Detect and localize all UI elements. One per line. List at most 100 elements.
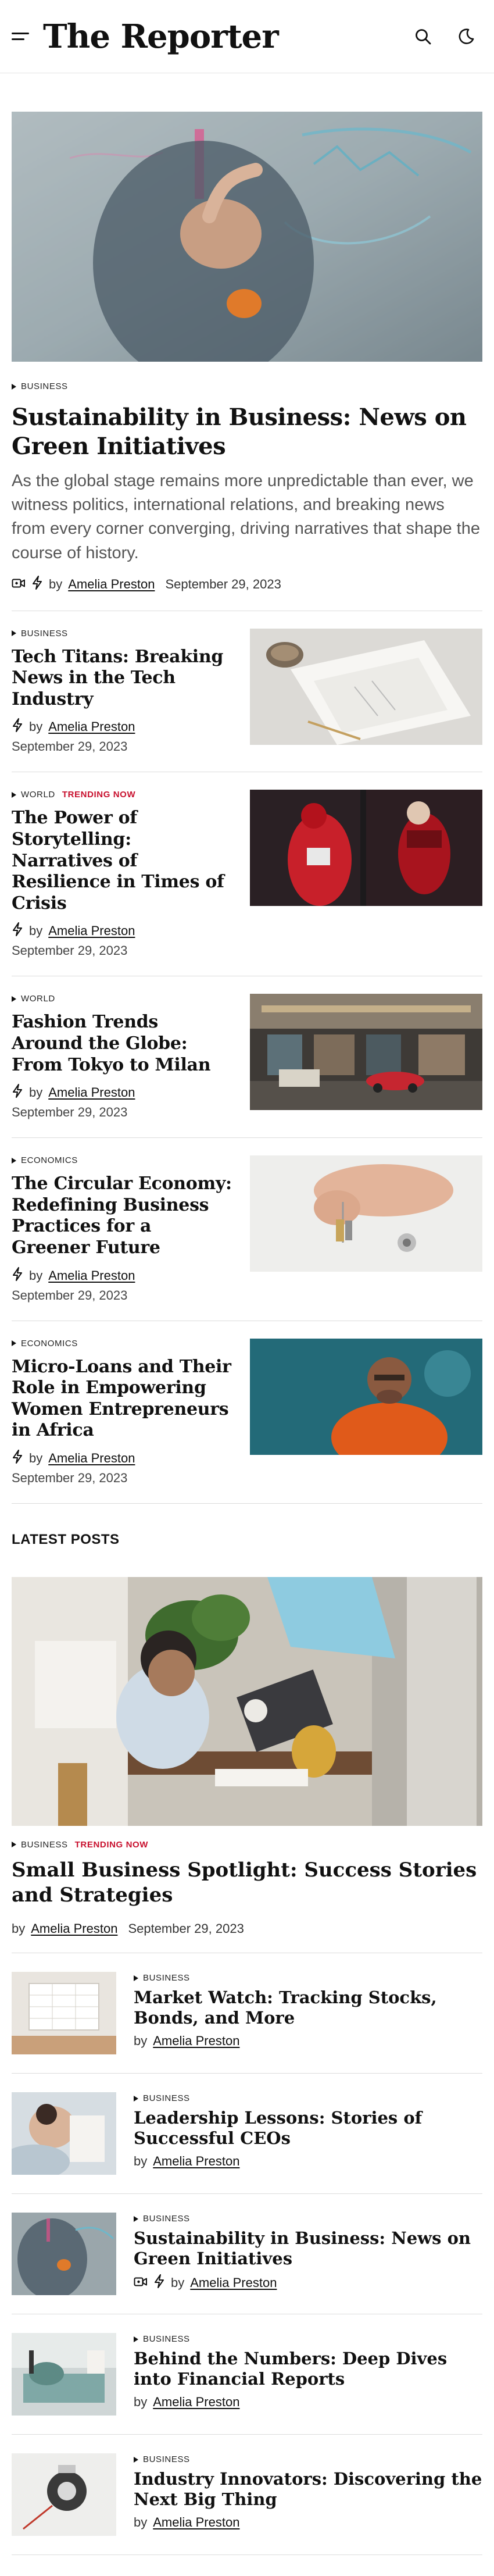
- by-label: by: [134, 2514, 148, 2529]
- featured-image[interactable]: [12, 1576, 482, 1826]
- article-meta: by Amelia Preston: [12, 718, 232, 736]
- article-image[interactable]: [250, 1338, 482, 1455]
- hamburger-icon[interactable]: [12, 27, 31, 47]
- hero-meta: by Amelia Preston September 29, 2023: [12, 575, 482, 611]
- author-link[interactable]: Amelia Preston: [48, 1451, 135, 1466]
- triangle-icon: [134, 2336, 138, 2342]
- article-thumbnail[interactable]: [12, 2092, 116, 2175]
- by-label: by: [134, 2033, 148, 2048]
- article-title[interactable]: Leadership Lessons: Stories of Successfu…: [134, 2108, 482, 2149]
- article-title[interactable]: Micro-Loans and Their Role in Empowering…: [12, 1357, 232, 1442]
- category-label[interactable]: BUSINESS: [134, 2454, 482, 2464]
- triangle-icon: [134, 2215, 138, 2222]
- author-link[interactable]: Amelia Preston: [68, 577, 155, 592]
- triangle-icon: [134, 2456, 138, 2463]
- category-label[interactable]: WORLD TRENDING NOW: [12, 790, 232, 800]
- article-title[interactable]: The Circular Economy: Redefining Busines…: [12, 1173, 232, 1258]
- triangle-icon: [12, 383, 16, 390]
- by-label: by: [134, 2394, 148, 2409]
- author-link[interactable]: Amelia Preston: [48, 1085, 135, 1100]
- search-icon[interactable]: [411, 25, 435, 48]
- article-title[interactable]: The Power of Storytelling: Narratives of…: [12, 808, 232, 914]
- article-thumbnail[interactable]: [12, 2453, 116, 2536]
- article-meta: by Amelia Preston: [134, 2033, 482, 2049]
- publish-date: September 29, 2023: [165, 576, 281, 591]
- author-link[interactable]: Amelia Preston: [153, 2395, 239, 2410]
- publish-date: September 29, 2023: [12, 1105, 128, 1120]
- author-link[interactable]: Amelia Preston: [190, 2275, 277, 2290]
- featured-title[interactable]: Small Business Spotlight: Success Storie…: [12, 1858, 482, 1908]
- article-title[interactable]: Tech Titans: Breaking News in the Tech I…: [12, 647, 232, 711]
- category-label[interactable]: BUSINESS: [134, 2214, 482, 2224]
- featured-article: BUSINESS TRENDING NOW Small Business Spot…: [12, 1576, 482, 1953]
- article-meta: by Amelia Preston: [134, 2154, 482, 2169]
- category-label[interactable]: BUSINESS: [134, 2093, 482, 2103]
- video-icon: [134, 2275, 148, 2290]
- triangle-icon: [12, 996, 16, 1002]
- category-label[interactable]: WORLD: [12, 994, 232, 1004]
- article-thumbnail[interactable]: [12, 1972, 116, 2054]
- hero-excerpt: As the global stage remains more unpredi…: [12, 472, 480, 562]
- author-link[interactable]: Amelia Preston: [153, 2515, 239, 2530]
- publish-date: September 29, 2023: [12, 1287, 128, 1303]
- by-label: by: [29, 1085, 43, 1100]
- moon-icon[interactable]: [454, 25, 478, 48]
- author-link[interactable]: Amelia Preston: [31, 1921, 117, 1936]
- list-item: WORLD TRENDING NOW The Power of Storytell…: [12, 772, 482, 976]
- category-label[interactable]: BUSINESS: [12, 629, 232, 638]
- hero-title[interactable]: Sustainability in Business: News on Gree…: [12, 403, 482, 461]
- by-label: by: [29, 1450, 43, 1465]
- article-meta: by Amelia Preston: [134, 2274, 482, 2292]
- article-thumbnail[interactable]: [12, 2213, 116, 2295]
- publish-date: September 29, 2023: [12, 1470, 128, 1485]
- article-image[interactable]: [250, 628, 482, 745]
- list-item: ECONOMICS Micro-Loans and Their Role in …: [12, 1320, 482, 1503]
- article-image[interactable]: [250, 994, 482, 1111]
- latest-item: BUSINESS Industry Innovators: Discoverin…: [12, 2435, 482, 2555]
- category-label[interactable]: ECONOMICS: [12, 1339, 232, 1348]
- latest-posts-section: LATEST POSTS BUSINESS TRENDING NOW Small …: [12, 1503, 482, 2555]
- article-title[interactable]: Industry Innovators: Discovering the Nex…: [134, 2469, 482, 2510]
- trending-badge: TRENDING NOW: [62, 790, 136, 800]
- site-logo[interactable]: The Reporter: [43, 17, 279, 56]
- latest-item: BUSINESS Market Watch: Tracking Stocks, …: [12, 1953, 482, 2074]
- category-label[interactable]: BUSINESS: [134, 2334, 482, 2344]
- article-title[interactable]: Fashion Trends Around the Globe: From To…: [12, 1012, 232, 1076]
- list-item: WORLD Fashion Trends Around the Globe: F…: [12, 976, 482, 1137]
- latest-item: BUSINESS Behind the Numbers: Deep Dives …: [12, 2314, 482, 2435]
- by-label: by: [134, 2153, 148, 2168]
- bolt-icon: [12, 1266, 23, 1285]
- category-label[interactable]: BUSINESS TRENDING NOW: [12, 1840, 482, 1850]
- author-link[interactable]: Amelia Preston: [153, 2033, 239, 2049]
- author-link[interactable]: Amelia Preston: [48, 923, 135, 939]
- by-label: by: [49, 576, 63, 591]
- author-link[interactable]: Amelia Preston: [48, 719, 135, 734]
- article-meta: by Amelia Preston: [134, 2515, 482, 2530]
- publish-date: September 29, 2023: [12, 943, 128, 958]
- by-label: by: [29, 719, 43, 734]
- bolt-icon: [12, 922, 23, 940]
- category-label[interactable]: BUSINESS: [134, 1973, 482, 1983]
- triangle-icon: [12, 630, 16, 637]
- by-label: by: [12, 1921, 26, 1936]
- category-label[interactable]: BUSINESS: [12, 381, 482, 391]
- article-thumbnail[interactable]: [12, 2333, 116, 2416]
- triangle-icon: [12, 791, 16, 798]
- article-meta: by Amelia Preston: [12, 1266, 232, 1285]
- article-image[interactable]: [250, 790, 482, 907]
- triangle-icon: [134, 1975, 138, 1981]
- category-label[interactable]: ECONOMICS: [12, 1155, 232, 1165]
- latest-item: BUSINESS Sustainability in Business: New…: [12, 2194, 482, 2314]
- article-title[interactable]: Sustainability in Business: News on Gree…: [134, 2228, 482, 2270]
- article-title[interactable]: Market Watch: Tracking Stocks, Bonds, an…: [134, 1988, 482, 2029]
- article-image[interactable]: [250, 1155, 482, 1272]
- hero-image[interactable]: [12, 112, 482, 362]
- author-link[interactable]: Amelia Preston: [153, 2154, 239, 2169]
- bolt-icon: [12, 718, 23, 736]
- article-title[interactable]: Behind the Numbers: Deep Dives into Fina…: [134, 2349, 482, 2390]
- author-link[interactable]: Amelia Preston: [48, 1268, 135, 1283]
- by-label: by: [29, 923, 43, 939]
- bolt-icon: [153, 2274, 165, 2292]
- triangle-icon: [12, 1842, 16, 1848]
- article-list: BUSINESS Tech Titans: Breaking News in t…: [12, 611, 482, 1503]
